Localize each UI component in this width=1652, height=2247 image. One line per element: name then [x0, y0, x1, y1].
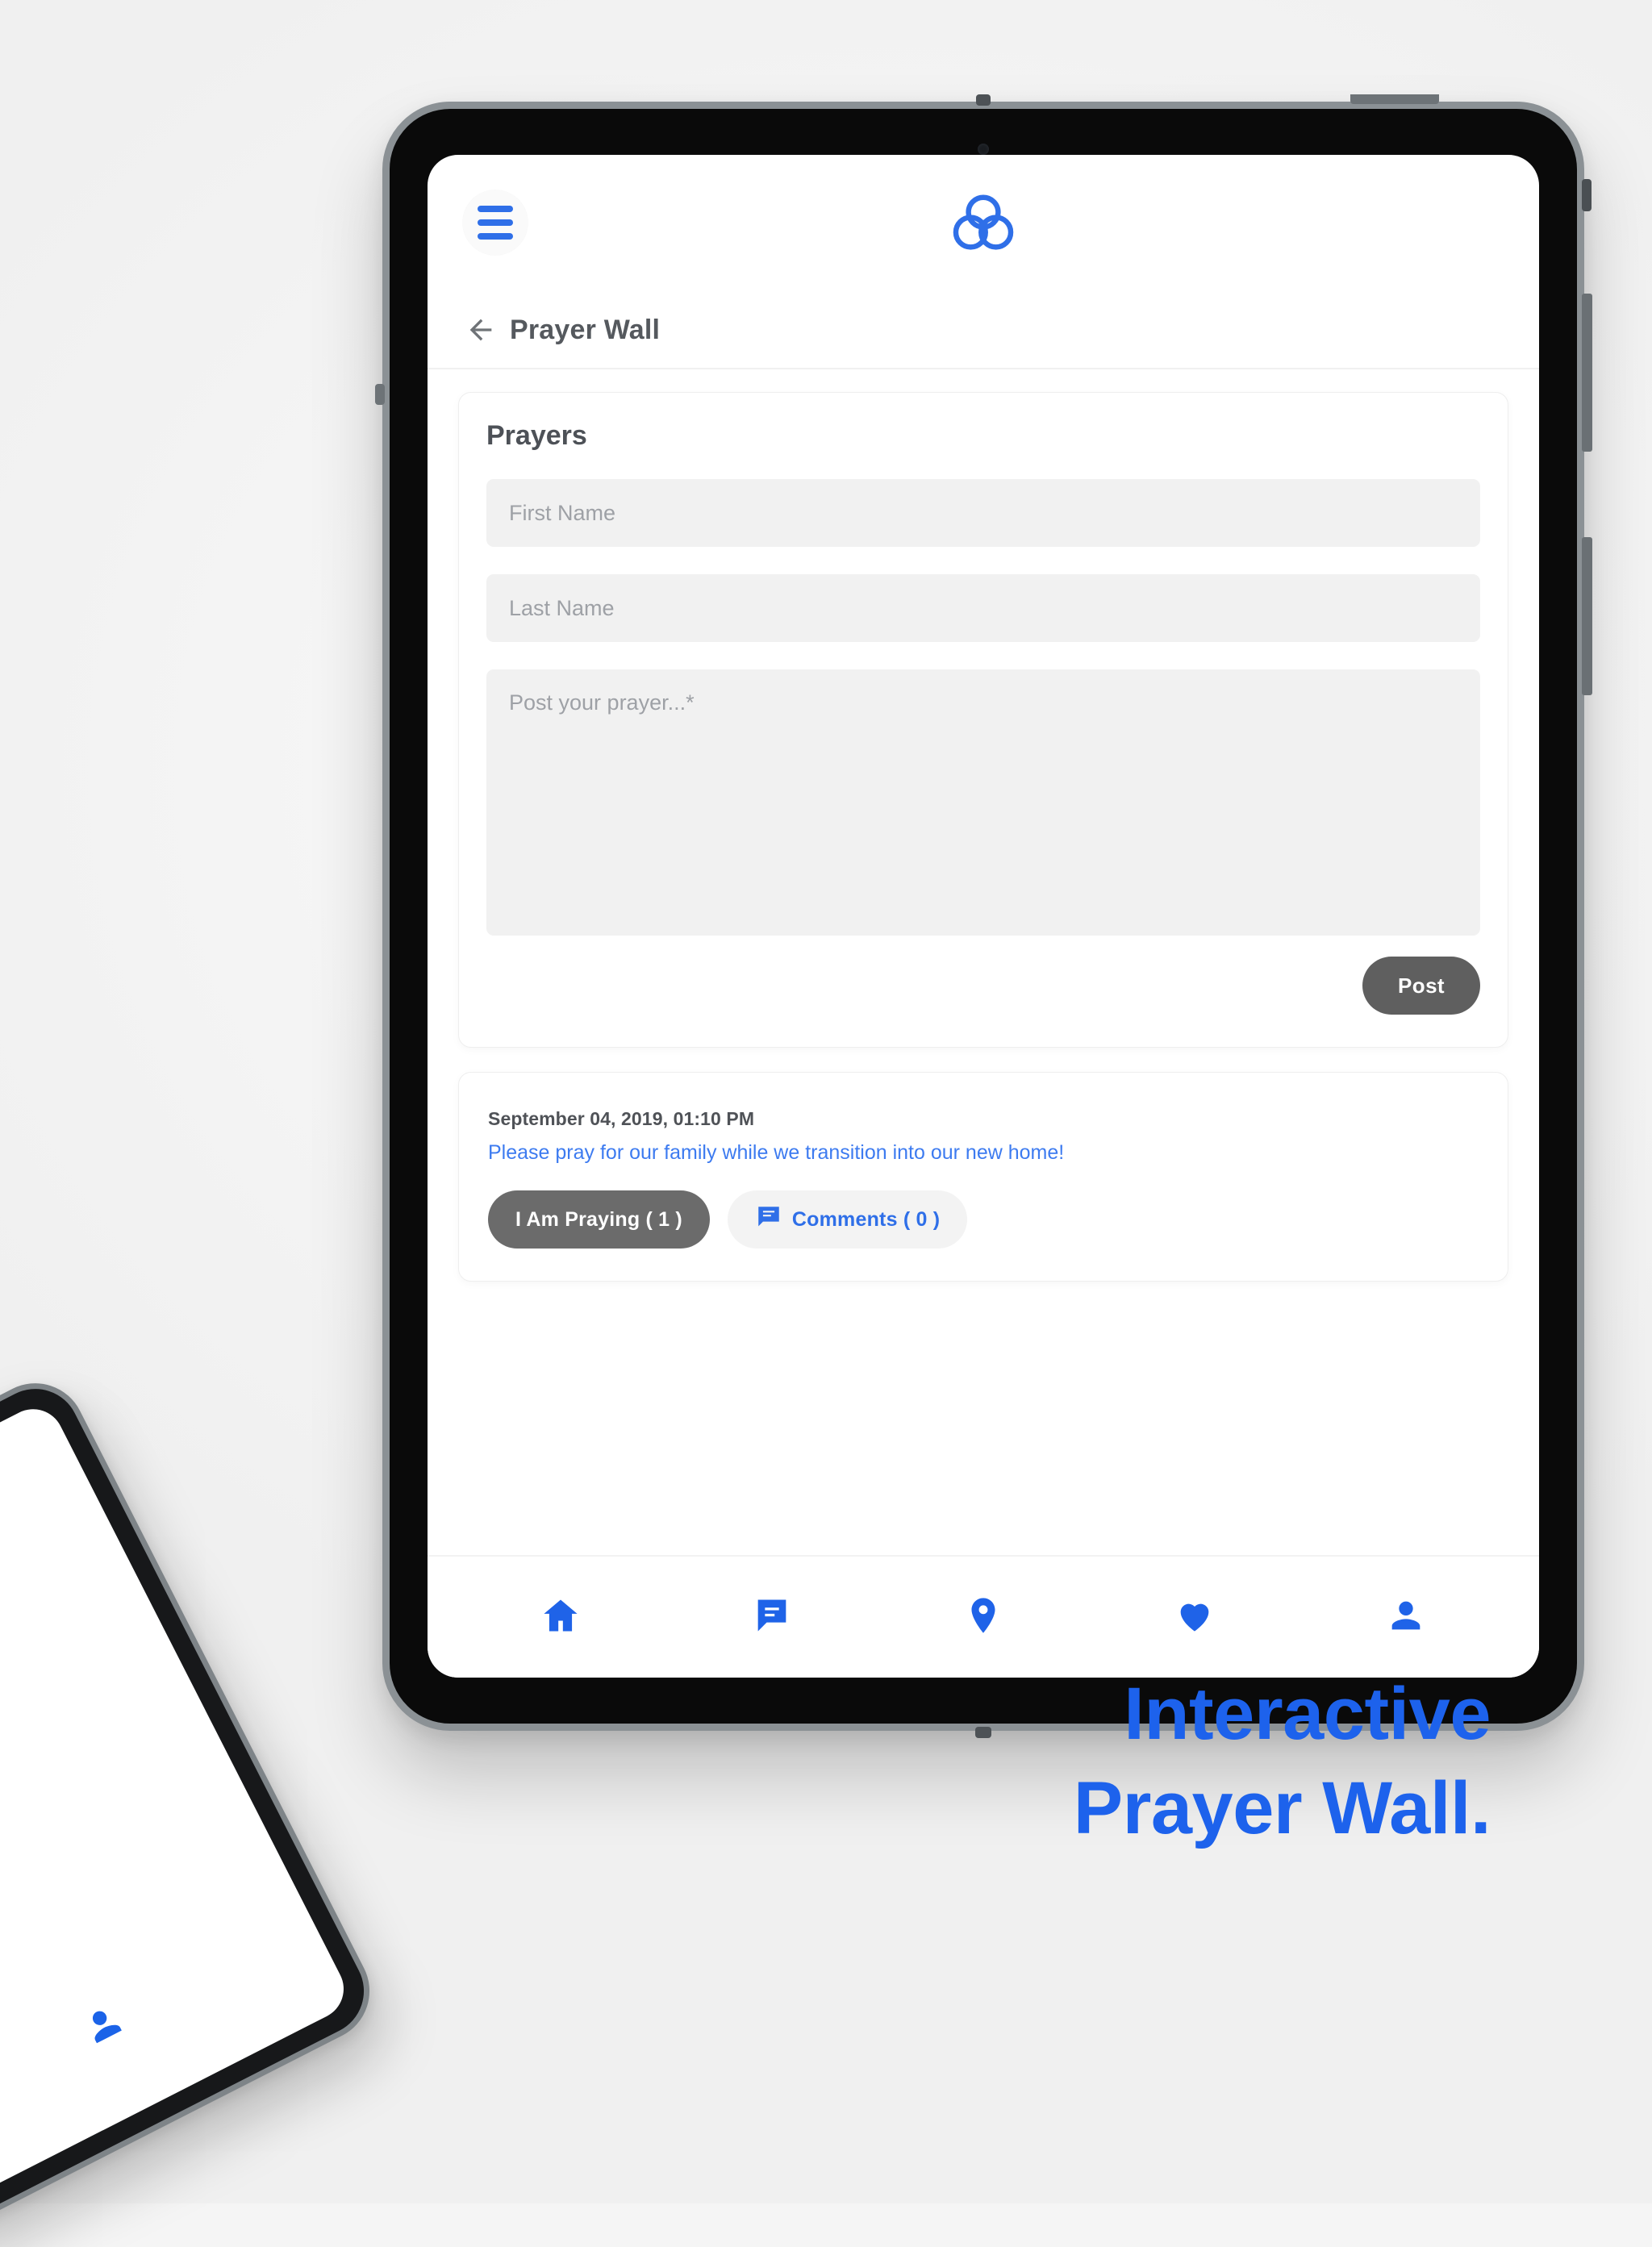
last-name-input[interactable]: Last Name — [486, 574, 1480, 642]
nav-item-messages[interactable] — [728, 1581, 816, 1653]
app-bar — [428, 155, 1539, 292]
main-tablet-device: Prayer Wall Prayers First Name Last Name… — [375, 94, 1592, 1738]
prayer-form-title: Prayers — [486, 420, 587, 451]
marketing-caption: Interactive Prayer Wall. — [1074, 1667, 1491, 1857]
i-am-praying-label: I Am Praying ( 1 ) — [515, 1207, 682, 1231]
top-antenna-notch — [976, 94, 991, 106]
tablet-screen: Prayer Wall Prayers First Name Last Name… — [428, 155, 1539, 1678]
hamburger-menu-icon[interactable] — [463, 190, 528, 255]
person-icon — [75, 1996, 133, 2056]
nav-item-locations[interactable] — [939, 1581, 1028, 1653]
post-button-row: Post — [486, 957, 1480, 1015]
prayer-post-card: September 04, 2019, 01:10 PM Please pray… — [458, 1072, 1508, 1282]
bottom-navigation-bar — [428, 1555, 1539, 1678]
chat-bubble-icon — [755, 1203, 782, 1236]
chat-bubble-icon — [751, 1595, 793, 1640]
heart-icon — [1174, 1595, 1216, 1640]
power-button[interactable] — [1350, 94, 1439, 104]
trinity-knot-logo — [946, 186, 1020, 260]
nav-item-favorites[interactable] — [1150, 1581, 1239, 1653]
bottom-antenna-notch — [975, 1727, 991, 1738]
page-title: Prayer Wall — [510, 314, 661, 345]
nav-item-profile[interactable] — [1362, 1581, 1450, 1653]
i-am-praying-button[interactable]: I Am Praying ( 1 ) — [488, 1190, 710, 1249]
front-camera — [978, 144, 989, 155]
volume-down-button[interactable] — [1582, 537, 1592, 695]
hamburger-bar-1 — [478, 206, 513, 212]
map-pin-icon — [962, 1595, 1004, 1640]
hamburger-bar-2 — [478, 219, 513, 226]
home-icon — [540, 1595, 582, 1640]
comments-label: Comments ( 0 ) — [791, 1207, 941, 1231]
caption-line-2: Prayer Wall. — [1073, 1767, 1491, 1850]
left-antenna-notch — [375, 384, 385, 405]
volume-up-button[interactable] — [1582, 294, 1592, 452]
prayer-post-actions: I Am Praying ( 1 ) Comments ( 0 ) — [488, 1190, 1479, 1249]
first-name-input[interactable]: First Name — [486, 479, 1480, 547]
page-header: Prayer Wall — [428, 292, 1539, 369]
prayer-body-textarea[interactable]: Post your prayer...* — [486, 669, 1480, 936]
nav-item-home[interactable] — [516, 1581, 605, 1653]
prayer-form-card: Prayers First Name Last Name Post your p… — [458, 392, 1508, 1048]
caption-line-1: Interactive — [1124, 1672, 1491, 1755]
hamburger-bar-3 — [478, 233, 513, 240]
arrow-left-icon[interactable] — [465, 314, 497, 346]
post-button[interactable]: Post — [1362, 957, 1480, 1015]
person-icon — [1385, 1595, 1427, 1640]
prayer-post-text: Please pray for our family while we tran… — [488, 1141, 1065, 1164]
page-content: Prayers First Name Last Name Post your p… — [428, 369, 1539, 1555]
comments-button[interactable]: Comments ( 0 ) — [727, 1190, 968, 1249]
right-antenna-notch — [1582, 179, 1592, 211]
prayer-post-timestamp: September 04, 2019, 01:10 PM — [488, 1108, 755, 1129]
